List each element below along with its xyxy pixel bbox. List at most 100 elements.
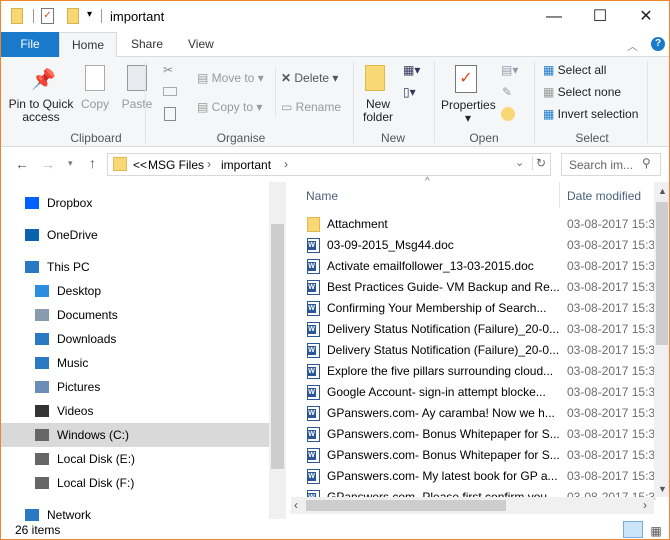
maximize-button[interactable]: ☐ bbox=[577, 5, 623, 29]
scroll-down-icon[interactable]: ▼ bbox=[658, 484, 667, 494]
nav-item-label: Local Disk (E:) bbox=[57, 452, 136, 466]
recent-locations-icon[interactable]: ▾ bbox=[68, 158, 73, 169]
select-all-button[interactable]: ▦ Select all bbox=[543, 64, 606, 77]
ribbon: 📌 Pin to Quick access Copy Paste ✂ Clipb… bbox=[1, 57, 669, 147]
scroll-up-icon[interactable]: ▲ bbox=[658, 186, 667, 196]
back-button[interactable]: ← bbox=[15, 156, 29, 172]
minimize-button[interactable]: — bbox=[531, 5, 577, 29]
history-icon[interactable] bbox=[501, 107, 515, 121]
pin-to-quick-access-button[interactable]: Pin to Quick access bbox=[5, 98, 77, 124]
address-bar[interactable]: << MSG Files › important › ⌄ ↻ bbox=[107, 153, 551, 176]
file-list-vertical-scrollbar[interactable]: ▲ ▼ bbox=[654, 182, 669, 497]
address-dropdown-icon[interactable]: ⌄ bbox=[515, 156, 524, 169]
scroll-left-icon[interactable]: ‹ bbox=[294, 498, 298, 512]
nav-item-music[interactable]: Music bbox=[1, 351, 269, 375]
file-row[interactable]: GPanswers.com- Ay caramba! Now we h... 03… bbox=[291, 403, 656, 424]
file-list-horizontal-scrollbar[interactable]: ‹ › bbox=[291, 497, 654, 514]
column-header-name[interactable]: Name bbox=[306, 189, 338, 203]
file-row[interactable]: Confirming Your Membership of Search... 0… bbox=[291, 298, 656, 319]
breadcrumb-important[interactable]: important bbox=[221, 158, 271, 172]
file-row[interactable]: Google Account- sign-in attempt blocke..… bbox=[291, 382, 656, 403]
paste-shortcut-icon[interactable] bbox=[164, 107, 176, 121]
new-folder-icon[interactable] bbox=[67, 8, 79, 24]
file-name: GPanswers.com- Bonus Whitepaper for S... bbox=[327, 427, 560, 441]
file-date-modified: 03-08-2017 15:34 bbox=[567, 364, 656, 378]
search-input[interactable]: Search im... bbox=[569, 158, 633, 172]
nav-item-documents[interactable]: Documents bbox=[1, 303, 269, 327]
search-box[interactable]: Search im... ⚲ bbox=[561, 153, 661, 176]
rename-icon: ▭ bbox=[281, 100, 296, 114]
nav-scrollbar[interactable] bbox=[269, 182, 286, 519]
nav-item-local-disk-e[interactable]: Local Disk (E:) bbox=[1, 447, 269, 471]
file-list: Name ^ Date modified Attachment 03-08-201… bbox=[291, 176, 669, 519]
details-view-button[interactable] bbox=[623, 521, 643, 538]
breadcrumb-overflow[interactable]: << bbox=[133, 158, 147, 172]
customize-toolbar-icon[interactable]: ▾ bbox=[87, 9, 92, 20]
properties-icon[interactable]: ✓ bbox=[41, 8, 54, 24]
forward-button[interactable]: → bbox=[41, 156, 55, 172]
nav-item-local-disk-f[interactable]: Local Disk (F:) bbox=[1, 471, 269, 495]
tab-share[interactable]: Share bbox=[119, 32, 175, 57]
help-icon[interactable]: ? bbox=[651, 37, 665, 51]
new-item-icon[interactable]: ▦▾ bbox=[403, 63, 420, 77]
file-row[interactable]: GPanswers.com- Bonus Whitepaper for S...… bbox=[291, 424, 656, 445]
file-row[interactable]: Explore the five pillars surrounding clo… bbox=[291, 361, 656, 382]
breadcrumb-msg-files[interactable]: MSG Files bbox=[148, 158, 204, 172]
folder-icon bbox=[11, 8, 23, 24]
cut-icon[interactable]: ✂ bbox=[163, 63, 173, 77]
nav-item-this-pc[interactable]: This PC bbox=[1, 255, 269, 279]
collapse-ribbon-icon[interactable]: ︿ bbox=[627, 38, 638, 54]
pin-icon: 📌 bbox=[31, 69, 56, 91]
nav-item-videos[interactable]: Videos bbox=[1, 399, 269, 423]
properties-button[interactable]: Properties ▾ bbox=[441, 99, 496, 125]
file-date-modified: 03-08-2017 15:34 bbox=[567, 343, 656, 357]
nav-item-onedrive[interactable]: OneDrive bbox=[1, 223, 269, 247]
chevron-right-icon[interactable]: › bbox=[207, 157, 211, 171]
vertical-scrollbar-thumb[interactable] bbox=[656, 202, 668, 345]
file-row[interactable]: GPanswers.com- Bonus Whitepaper for S...… bbox=[291, 445, 656, 466]
new-folder-button[interactable]: New folder bbox=[357, 98, 399, 124]
paste-button[interactable]: Paste bbox=[119, 98, 155, 111]
copy-to-button[interactable]: ▤ Copy to ▾ bbox=[197, 101, 262, 114]
nav-item-desktop[interactable]: Desktop bbox=[1, 279, 269, 303]
large-icons-view-button[interactable]: ▦ bbox=[647, 521, 665, 538]
easy-access-icon[interactable]: ▯▾ bbox=[403, 85, 416, 99]
horizontal-scrollbar-thumb[interactable] bbox=[306, 500, 506, 511]
scroll-right-icon[interactable]: › bbox=[643, 498, 647, 512]
up-button[interactable]: ↑ bbox=[89, 155, 96, 171]
music-icon bbox=[35, 357, 49, 369]
chevron-right-icon[interactable]: › bbox=[284, 157, 288, 171]
file-row[interactable]: Best Practices Guide- VM Backup and Re..… bbox=[291, 277, 656, 298]
nav-item-downloads[interactable]: Downloads bbox=[1, 327, 269, 351]
nav-item-pictures[interactable]: Pictures bbox=[1, 375, 269, 399]
copy-button[interactable]: Copy bbox=[77, 98, 113, 111]
nav-item-label: Music bbox=[57, 356, 89, 370]
file-row[interactable]: Activate emailfollower_13-03-2015.doc 03-… bbox=[291, 256, 656, 277]
file-row[interactable]: Delivery Status Notification (Failure)_2… bbox=[291, 319, 656, 340]
column-header-date-modified[interactable]: Date modified bbox=[567, 189, 641, 203]
copy-path-icon[interactable] bbox=[163, 87, 177, 96]
rename-button[interactable]: ▭ Rename bbox=[281, 101, 341, 114]
move-to-button[interactable]: ▤ Move to ▾ bbox=[197, 72, 264, 85]
item-count: 26 items bbox=[15, 523, 61, 537]
nav-scrollbar-thumb[interactable] bbox=[271, 224, 284, 469]
tab-view[interactable]: View bbox=[176, 32, 226, 57]
nav-item-dropbox[interactable]: Dropbox bbox=[1, 191, 269, 215]
tab-file[interactable]: File bbox=[1, 32, 59, 57]
open-icon[interactable]: ▤▾ bbox=[501, 63, 518, 77]
close-button[interactable]: ✕ bbox=[623, 5, 669, 29]
file-name: Delivery Status Notification (Failure)_2… bbox=[327, 322, 560, 336]
delete-button[interactable]: ✕ Delete ▾ bbox=[281, 72, 338, 85]
file-row[interactable]: 03-09-2015_Msg44.doc 03-08-2017 15:34 bbox=[291, 235, 656, 256]
file-row[interactable]: Delivery Status Notification (Failure)_2… bbox=[291, 340, 656, 361]
file-row[interactable]: Attachment 03-08-2017 15:36 bbox=[291, 214, 656, 235]
select-none-button[interactable]: ▦ Select none bbox=[543, 86, 621, 99]
folder-icon bbox=[307, 217, 320, 232]
refresh-icon[interactable]: ↻ bbox=[532, 156, 546, 170]
edit-icon[interactable]: ✎ bbox=[502, 85, 512, 99]
nav-item-windows-c[interactable]: Windows (C:) bbox=[1, 423, 269, 447]
invert-selection-button[interactable]: ▦ Invert selection bbox=[543, 108, 638, 121]
tab-home[interactable]: Home bbox=[59, 32, 118, 58]
file-date-modified: 03-08-2017 15:34 bbox=[567, 301, 656, 315]
file-row[interactable]: GPanswers.com- My latest book for GP a..… bbox=[291, 466, 656, 487]
